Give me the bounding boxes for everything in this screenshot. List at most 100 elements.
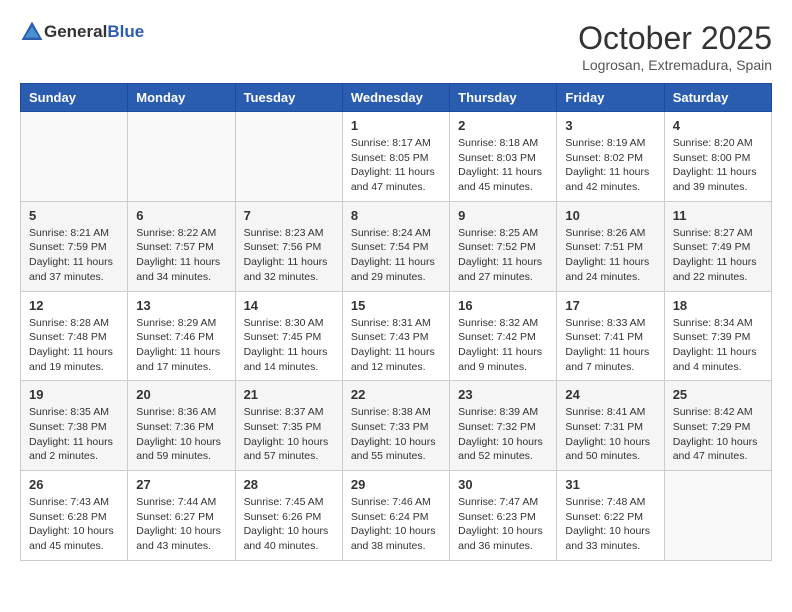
day-info: Sunrise: 8:41 AM Sunset: 7:31 PM Dayligh… xyxy=(565,405,655,464)
day-cell: 17 Sunrise: 8:33 AM Sunset: 7:41 PM Dayli… xyxy=(557,291,664,381)
weekday-header-saturday: Saturday xyxy=(664,84,771,112)
day-number: 15 xyxy=(351,298,441,313)
day-number: 10 xyxy=(565,208,655,223)
day-cell: 4Sunrise: 8:20 AM Sunset: 8:00 PM Daylig… xyxy=(664,112,771,202)
day-cell: 21 Sunrise: 8:37 AM Sunset: 7:35 PM Dayli… xyxy=(235,381,342,471)
day-cell: 18 Sunrise: 8:34 AM Sunset: 7:39 PM Dayli… xyxy=(664,291,771,381)
calendar-subtitle: Logrosan, Extremadura, Spain xyxy=(578,57,772,73)
day-info: Sunrise: 8:26 AM Sunset: 7:51 PM Dayligh… xyxy=(565,226,655,285)
day-cell: 9Sunrise: 8:25 AM Sunset: 7:52 PM Daylig… xyxy=(450,201,557,291)
week-row-1: 1Sunrise: 8:17 AM Sunset: 8:05 PM Daylig… xyxy=(21,112,772,202)
day-number: 12 xyxy=(29,298,119,313)
day-number: 22 xyxy=(351,387,441,402)
day-info: Sunrise: 7:44 AM Sunset: 6:27 PM Dayligh… xyxy=(136,495,226,554)
day-number: 26 xyxy=(29,477,119,492)
day-number: 4 xyxy=(673,118,763,133)
day-info: Sunrise: 8:18 AM Sunset: 8:03 PM Dayligh… xyxy=(458,136,548,195)
day-info: Sunrise: 7:45 AM Sunset: 6:26 PM Dayligh… xyxy=(244,495,334,554)
day-info: Sunrise: 8:17 AM Sunset: 8:05 PM Dayligh… xyxy=(351,136,441,195)
day-info: Sunrise: 8:37 AM Sunset: 7:35 PM Dayligh… xyxy=(244,405,334,464)
day-cell: 13Sunrise: 8:29 AM Sunset: 7:46 PM Dayli… xyxy=(128,291,235,381)
header: GeneralBlue October 2025 Logrosan, Extre… xyxy=(20,20,772,73)
day-cell: 8 Sunrise: 8:24 AM Sunset: 7:54 PM Daylig… xyxy=(342,201,449,291)
day-number: 11 xyxy=(673,208,763,223)
day-cell: 5Sunrise: 8:21 AM Sunset: 7:59 PM Daylig… xyxy=(21,201,128,291)
week-row-2: 5Sunrise: 8:21 AM Sunset: 7:59 PM Daylig… xyxy=(21,201,772,291)
day-cell: 31 Sunrise: 7:48 AM Sunset: 6:22 PM Dayli… xyxy=(557,471,664,561)
day-cell: 22 Sunrise: 8:38 AM Sunset: 7:33 PM Dayli… xyxy=(342,381,449,471)
day-number: 14 xyxy=(244,298,334,313)
day-number: 5 xyxy=(29,208,119,223)
day-cell: 11 Sunrise: 8:27 AM Sunset: 7:49 PM Dayli… xyxy=(664,201,771,291)
day-number: 27 xyxy=(136,477,226,492)
day-info: Sunrise: 8:22 AM Sunset: 7:57 PM Dayligh… xyxy=(136,226,226,285)
day-cell: 29 Sunrise: 7:46 AM Sunset: 6:24 PM Dayli… xyxy=(342,471,449,561)
day-info: Sunrise: 8:27 AM Sunset: 7:49 PM Dayligh… xyxy=(673,226,763,285)
day-number: 21 xyxy=(244,387,334,402)
day-cell: 20 Sunrise: 8:36 AM Sunset: 7:36 PM Dayli… xyxy=(128,381,235,471)
day-info: Sunrise: 7:47 AM Sunset: 6:23 PM Dayligh… xyxy=(458,495,548,554)
day-info: Sunrise: 8:38 AM Sunset: 7:33 PM Dayligh… xyxy=(351,405,441,464)
day-cell: 30Sunrise: 7:47 AM Sunset: 6:23 PM Dayli… xyxy=(450,471,557,561)
day-cell: 27 Sunrise: 7:44 AM Sunset: 6:27 PM Dayli… xyxy=(128,471,235,561)
logo-blue: Blue xyxy=(107,22,144,41)
day-number: 31 xyxy=(565,477,655,492)
day-info: Sunrise: 7:43 AM Sunset: 6:28 PM Dayligh… xyxy=(29,495,119,554)
day-cell: 28Sunrise: 7:45 AM Sunset: 6:26 PM Dayli… xyxy=(235,471,342,561)
day-number: 16 xyxy=(458,298,548,313)
day-info: Sunrise: 7:48 AM Sunset: 6:22 PM Dayligh… xyxy=(565,495,655,554)
day-info: Sunrise: 8:29 AM Sunset: 7:46 PM Dayligh… xyxy=(136,316,226,375)
logo: GeneralBlue xyxy=(20,20,144,44)
day-number: 29 xyxy=(351,477,441,492)
day-info: Sunrise: 8:24 AM Sunset: 7:54 PM Dayligh… xyxy=(351,226,441,285)
day-number: 17 xyxy=(565,298,655,313)
weekday-header-thursday: Thursday xyxy=(450,84,557,112)
week-row-5: 26 Sunrise: 7:43 AM Sunset: 6:28 PM Dayli… xyxy=(21,471,772,561)
day-info: Sunrise: 8:19 AM Sunset: 8:02 PM Dayligh… xyxy=(565,136,655,195)
day-cell: 6 Sunrise: 8:22 AM Sunset: 7:57 PM Daylig… xyxy=(128,201,235,291)
day-number: 3 xyxy=(565,118,655,133)
day-cell: 23Sunrise: 8:39 AM Sunset: 7:32 PM Dayli… xyxy=(450,381,557,471)
day-cell: 24Sunrise: 8:41 AM Sunset: 7:31 PM Dayli… xyxy=(557,381,664,471)
logo-icon xyxy=(20,20,44,44)
day-cell: 3 Sunrise: 8:19 AM Sunset: 8:02 PM Daylig… xyxy=(557,112,664,202)
day-info: Sunrise: 8:28 AM Sunset: 7:48 PM Dayligh… xyxy=(29,316,119,375)
day-info: Sunrise: 8:36 AM Sunset: 7:36 PM Dayligh… xyxy=(136,405,226,464)
weekday-header-sunday: Sunday xyxy=(21,84,128,112)
day-cell: 25Sunrise: 8:42 AM Sunset: 7:29 PM Dayli… xyxy=(664,381,771,471)
day-cell: 15Sunrise: 8:31 AM Sunset: 7:43 PM Dayli… xyxy=(342,291,449,381)
day-info: Sunrise: 8:33 AM Sunset: 7:41 PM Dayligh… xyxy=(565,316,655,375)
day-info: Sunrise: 8:25 AM Sunset: 7:52 PM Dayligh… xyxy=(458,226,548,285)
week-row-4: 19Sunrise: 8:35 AM Sunset: 7:38 PM Dayli… xyxy=(21,381,772,471)
title-section: October 2025 Logrosan, Extremadura, Spai… xyxy=(578,20,772,73)
weekday-header-row: SundayMondayTuesdayWednesdayThursdayFrid… xyxy=(21,84,772,112)
day-cell: 7Sunrise: 8:23 AM Sunset: 7:56 PM Daylig… xyxy=(235,201,342,291)
day-cell: 1Sunrise: 8:17 AM Sunset: 8:05 PM Daylig… xyxy=(342,112,449,202)
day-cell: 12 Sunrise: 8:28 AM Sunset: 7:48 PM Dayli… xyxy=(21,291,128,381)
day-number: 6 xyxy=(136,208,226,223)
day-number: 18 xyxy=(673,298,763,313)
day-number: 8 xyxy=(351,208,441,223)
day-info: Sunrise: 7:46 AM Sunset: 6:24 PM Dayligh… xyxy=(351,495,441,554)
day-cell: 19Sunrise: 8:35 AM Sunset: 7:38 PM Dayli… xyxy=(21,381,128,471)
calendar-title: October 2025 xyxy=(578,20,772,57)
day-info: Sunrise: 8:39 AM Sunset: 7:32 PM Dayligh… xyxy=(458,405,548,464)
day-cell: 14 Sunrise: 8:30 AM Sunset: 7:45 PM Dayli… xyxy=(235,291,342,381)
day-info: Sunrise: 8:35 AM Sunset: 7:38 PM Dayligh… xyxy=(29,405,119,464)
day-number: 7 xyxy=(244,208,334,223)
day-cell: 2Sunrise: 8:18 AM Sunset: 8:03 PM Daylig… xyxy=(450,112,557,202)
day-cell xyxy=(128,112,235,202)
day-cell: 26 Sunrise: 7:43 AM Sunset: 6:28 PM Dayli… xyxy=(21,471,128,561)
calendar-table: SundayMondayTuesdayWednesdayThursdayFrid… xyxy=(20,83,772,561)
weekday-header-friday: Friday xyxy=(557,84,664,112)
weekday-header-tuesday: Tuesday xyxy=(235,84,342,112)
day-number: 20 xyxy=(136,387,226,402)
weekday-header-wednesday: Wednesday xyxy=(342,84,449,112)
week-row-3: 12 Sunrise: 8:28 AM Sunset: 7:48 PM Dayli… xyxy=(21,291,772,381)
weekday-header-monday: Monday xyxy=(128,84,235,112)
day-info: Sunrise: 8:30 AM Sunset: 7:45 PM Dayligh… xyxy=(244,316,334,375)
day-info: Sunrise: 8:32 AM Sunset: 7:42 PM Dayligh… xyxy=(458,316,548,375)
day-number: 25 xyxy=(673,387,763,402)
day-info: Sunrise: 8:34 AM Sunset: 7:39 PM Dayligh… xyxy=(673,316,763,375)
day-cell: 16 Sunrise: 8:32 AM Sunset: 7:42 PM Dayli… xyxy=(450,291,557,381)
